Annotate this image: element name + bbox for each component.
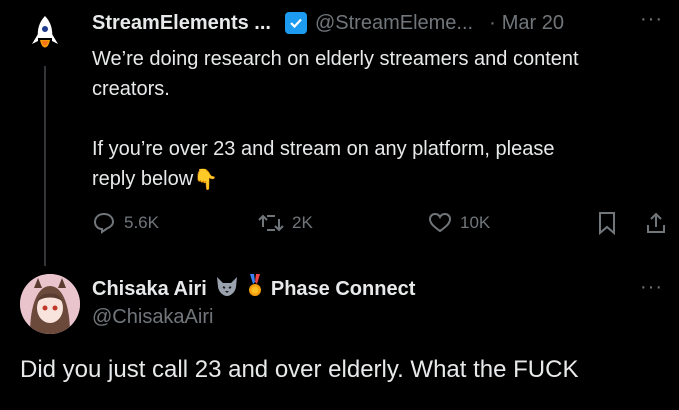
chisaka-airi-avatar[interactable] — [20, 274, 80, 334]
reply-button[interactable]: 5.6K — [92, 211, 159, 235]
date-separator: · — [489, 11, 496, 34]
like-icon — [428, 212, 452, 233]
tweet-line-3: If you’re over 23 and stream on any plat… — [92, 138, 555, 160]
bookmark-button[interactable] — [596, 211, 626, 235]
affiliation-label[interactable]: Phase Connect — [271, 278, 415, 301]
tweet-body: We’re doing research on elderly streamer… — [92, 44, 652, 195]
rocket-logo-icon — [20, 10, 70, 60]
medal-emoji-icon — [247, 274, 263, 304]
author-handle[interactable]: @StreamEleme... — [315, 12, 473, 35]
tweet-line-2: creators. — [92, 78, 170, 100]
author-name[interactable]: StreamElements ... — [92, 12, 271, 35]
tweet-line-4-text: reply below — [92, 168, 194, 190]
verified-badge-icon — [284, 12, 307, 34]
point-down-emoji-icon: 👇 — [193, 168, 219, 191]
reply-icon — [93, 212, 115, 234]
reply-more-options-icon[interactable]: ··· — [640, 276, 663, 299]
retweet-icon — [258, 214, 284, 232]
tweet-actions: 5.6K 2K 10K — [92, 207, 672, 239]
tweet-more-options-icon[interactable]: ··· — [640, 8, 663, 31]
retweet-button[interactable]: 2K — [258, 211, 313, 235]
tweet-date[interactable]: Mar 20 — [502, 12, 564, 35]
retweet-count: 2K — [292, 213, 313, 232]
bookmark-icon — [599, 212, 615, 235]
like-count: 10K — [460, 213, 491, 232]
reply-count: 5.6K — [124, 213, 159, 232]
like-button[interactable]: 10K — [428, 211, 490, 235]
share-icon — [647, 212, 665, 233]
reply-author-handle[interactable]: @ChisakaAiri — [92, 306, 213, 329]
share-button[interactable] — [644, 211, 676, 235]
tweet-line-4: reply below👇 — [92, 164, 652, 195]
reply-author-name[interactable]: Chisaka Airi — [92, 278, 207, 301]
reply-header: Chisaka Airi Phase Connect — [92, 274, 415, 304]
streamelements-avatar[interactable] — [20, 10, 70, 60]
tweet-line-1: We’re doing research on elderly streamer… — [92, 48, 579, 70]
tweet-header: StreamElements ... @StreamEleme... · Mar… — [92, 10, 564, 36]
thread-connector-line — [44, 66, 46, 266]
wolf-emoji-icon — [215, 275, 239, 303]
reply-text: Did you just call 23 and over elderly. W… — [20, 356, 579, 383]
